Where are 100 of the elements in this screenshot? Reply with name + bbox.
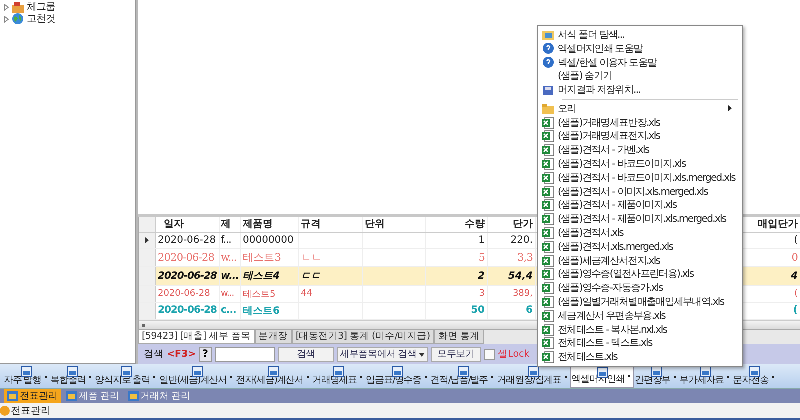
menu-item[interactable]: 전체테스트.xls: [538, 350, 742, 364]
globe-icon: [12, 13, 24, 25]
search-scope-dropdown[interactable]: 세부품목에서 검색: [337, 346, 428, 362]
tab[interactable]: [대동전기3] 통계 (미수/미지급): [292, 330, 434, 344]
spreadsheet-icon: [542, 254, 554, 267]
menu-item[interactable]: (샘플) 숨기기: [538, 69, 742, 84]
folder-icon: [542, 29, 554, 40]
search-field[interactable]: [215, 346, 276, 362]
menu-item[interactable]: 머지결과 저장위치...: [538, 83, 742, 97]
document-icon: [749, 366, 760, 377]
tab[interactable]: 화면 통계: [434, 330, 484, 344]
toolbar-button[interactable]: 견적/납품/발주: [430, 365, 496, 388]
document-icon: [528, 366, 539, 377]
search-button[interactable]: 검색: [278, 346, 334, 362]
spreadsheet-icon: [542, 172, 554, 184]
help-icon: [542, 43, 554, 54]
column-header[interactable]: 일자: [164, 217, 184, 232]
menu-item[interactable]: (샘플)견적서 - 가벤.xls: [538, 143, 742, 158]
column-header[interactable]: 제: [221, 217, 230, 232]
menu-item[interactable]: 오리: [538, 102, 742, 116]
table-cell: 2020-06-28: [158, 235, 216, 246]
spreadsheet-icon: [542, 296, 554, 308]
spreadsheet-icon: [542, 144, 554, 156]
spreadsheet-icon: [542, 116, 554, 129]
tree-item[interactable]: 체그룹: [27, 0, 56, 14]
lock-checkbox[interactable]: [484, 348, 496, 360]
menu-item[interactable]: (샘플)견적서 - 제품이미지.xls: [538, 198, 742, 212]
table-cell: 5: [478, 252, 485, 264]
document-icon: [392, 366, 404, 377]
row-header[interactable]: [139, 232, 156, 248]
menu-item[interactable]: 넥셀/한셀 이용자 도움말: [538, 56, 742, 70]
tab[interactable]: 분개장: [254, 330, 292, 344]
window-icon: [66, 391, 77, 401]
menu-item[interactable]: (샘플)견적서 - 제품이미지.xls.merged.xls: [538, 212, 742, 226]
spreadsheet-icon: [542, 158, 554, 170]
table-cell: 4: [791, 270, 798, 282]
folder-icon: [12, 2, 24, 12]
column-header[interactable]: 매입단가: [758, 217, 798, 232]
spreadsheet-icon: [542, 268, 554, 280]
menu-item[interactable]: 세금계산서 우편송부용.xls: [538, 308, 742, 323]
menu-item[interactable]: (샘플)거래명세표반장.xls: [538, 116, 742, 130]
document-icon: [458, 366, 469, 377]
menu-item[interactable]: (샘플)세금계산서전지.xls: [538, 254, 742, 268]
table-cell-text: 테스트5: [243, 288, 276, 301]
table-cell: 44: [301, 289, 312, 300]
toolbar-button[interactable]: 일반(세금)계산서: [158, 365, 235, 388]
toolbar-button[interactable]: 양식지로 출력: [94, 365, 158, 388]
folder-icon: [542, 104, 554, 114]
table-cell: ㄴㄴ: [301, 250, 322, 265]
search-label: 검색 <F3>: [144, 348, 196, 360]
tree-item[interactable]: 고천것: [27, 12, 56, 26]
toolbar-button[interactable]: 복합출력: [50, 365, 94, 388]
document-icon: [268, 366, 280, 377]
spreadsheet-icon: [542, 351, 554, 364]
table-cell: (: [793, 305, 798, 316]
menu-item[interactable]: 전체테스트 - 텍스트.xls: [538, 336, 742, 350]
spreadsheet-icon: [542, 337, 554, 350]
table-cell: 테스트3: [243, 250, 282, 265]
table-cell: f...: [221, 235, 232, 246]
table-cell: w...: [221, 252, 237, 264]
spreadsheet-icon: [542, 186, 554, 198]
toolbar-button[interactable]: 자주 발행: [3, 365, 50, 388]
menu-item[interactable]: (샘플)견적서 - 바코드이미지.xls.merged.xls: [538, 170, 742, 185]
table-cell: 0: [792, 252, 798, 264]
column-header[interactable]: 수량: [465, 217, 485, 232]
spreadsheet-icon: [542, 199, 554, 212]
table-cell: 3,3: [518, 252, 533, 264]
table-cell: w...: [221, 270, 239, 282]
table-cell: 50: [471, 305, 485, 316]
menu-item[interactable]: (샘플)견적서 - 이미지.xls.merged.xls: [538, 184, 742, 199]
help-button[interactable]: ?: [199, 346, 212, 362]
toolbar-button[interactable]: 전자(세금)계산서: [234, 365, 312, 388]
document-icon: [192, 366, 203, 377]
menu-item[interactable]: 엑셀머지인쇄 도움말: [538, 42, 742, 56]
document-icon: [651, 366, 662, 377]
toolbar-button[interactable]: 입금표/영수증: [365, 365, 430, 388]
table-cell-text: ㄷㄷ: [301, 270, 321, 284]
status-icon: [0, 406, 10, 416]
menu-item[interactable]: (샘플)영수증(열전사프린터용).xls: [538, 268, 742, 282]
menu-item[interactable]: (샘플)견적서 - 바코드이미지.xls: [538, 157, 742, 171]
menu-item[interactable]: 서식 폴더 탐색...: [538, 28, 742, 42]
toolbar-button[interactable]: 거래명세표: [312, 365, 366, 388]
table-cell: 00000000: [243, 235, 294, 246]
table-cell: 2020-06-28: [158, 305, 217, 316]
spreadsheet-icon: [542, 324, 554, 336]
column-header[interactable]: 규격: [301, 217, 321, 232]
column-header[interactable]: 단위: [365, 217, 385, 232]
column-header[interactable]: 제품명: [243, 217, 273, 232]
table-cell: 3: [479, 289, 485, 300]
tab[interactable]: [59423] [매출] 세부 품목: [138, 330, 255, 344]
window-icon: [7, 391, 18, 401]
menu-item[interactable]: (샘플)거래명세표전지.xls: [538, 130, 742, 144]
toolbar-button[interactable]: 문자전송: [732, 365, 777, 388]
column-header[interactable]: 단가: [513, 217, 533, 232]
menu-item[interactable]: 전체테스트 - 복사본.nxl.xls: [538, 322, 742, 337]
show-all-button[interactable]: 모두보기: [431, 346, 482, 362]
document-icon: [700, 366, 712, 377]
module-tab[interactable]: 전표관리: [4, 389, 61, 403]
table-cell: (: [794, 235, 798, 246]
table-cell: 2020-06-28: [158, 252, 215, 264]
